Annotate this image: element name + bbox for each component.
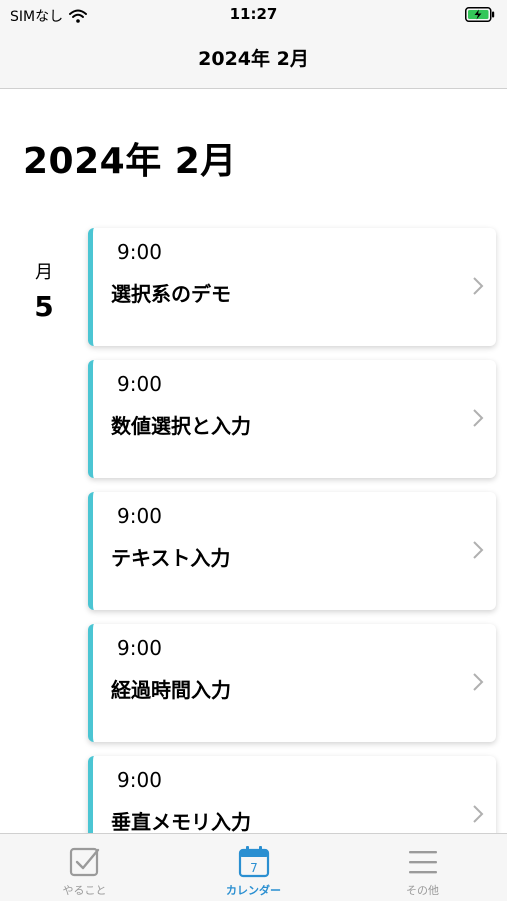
chevron-right-icon <box>473 805 484 823</box>
calendar-icon-date: 7 <box>250 861 258 875</box>
event-title: 経過時間入力 <box>111 678 231 702</box>
status-time: 11:27 <box>229 5 278 23</box>
page-title: 2024年 2月 <box>23 141 237 182</box>
chevron-right-icon <box>473 673 484 691</box>
calendar-icon: 7 <box>238 846 269 878</box>
battery-charging-icon <box>465 7 495 22</box>
tab-bar: やること 7 カレンダー その他 <box>0 833 507 901</box>
event-time: 9:00 <box>117 504 162 528</box>
event-card[interactable]: 9:00 数値選択と入力 <box>88 360 496 478</box>
tab-label: その他 <box>406 884 439 897</box>
event-card[interactable]: 9:00 選択系のデモ <box>88 228 496 346</box>
menu-icon <box>408 851 437 874</box>
navigation-bar: 2024年 2月 <box>0 30 507 89</box>
checkbox-icon <box>69 847 99 877</box>
tab-label: カレンダー <box>226 884 281 897</box>
event-time: 9:00 <box>117 372 162 396</box>
event-title: テキスト入力 <box>111 546 231 570</box>
tab-calendar[interactable]: 7 カレンダー <box>169 834 338 901</box>
tab-label: やること <box>62 884 107 897</box>
event-title: 選択系のデモ <box>111 282 231 306</box>
chevron-right-icon <box>473 277 484 295</box>
chevron-right-icon <box>473 409 484 427</box>
tab-todo[interactable]: やること <box>0 834 169 901</box>
event-title: 垂直メモリ入力 <box>111 810 251 834</box>
tab-other[interactable]: その他 <box>338 834 507 901</box>
event-title: 数値選択と入力 <box>111 414 251 438</box>
day-number: 5 <box>34 290 54 323</box>
chevron-right-icon <box>473 541 484 559</box>
status-bar: SIMなし 11:27 <box>0 0 507 30</box>
event-time: 9:00 <box>117 240 162 264</box>
event-card[interactable]: 9:00 経過時間入力 <box>88 624 496 742</box>
event-card[interactable]: 9:00 テキスト入力 <box>88 492 496 610</box>
day-weekday: 月 <box>35 262 53 283</box>
event-time: 9:00 <box>117 768 162 792</box>
nav-title: 2024年 2月 <box>198 48 309 70</box>
event-time: 9:00 <box>117 636 162 660</box>
